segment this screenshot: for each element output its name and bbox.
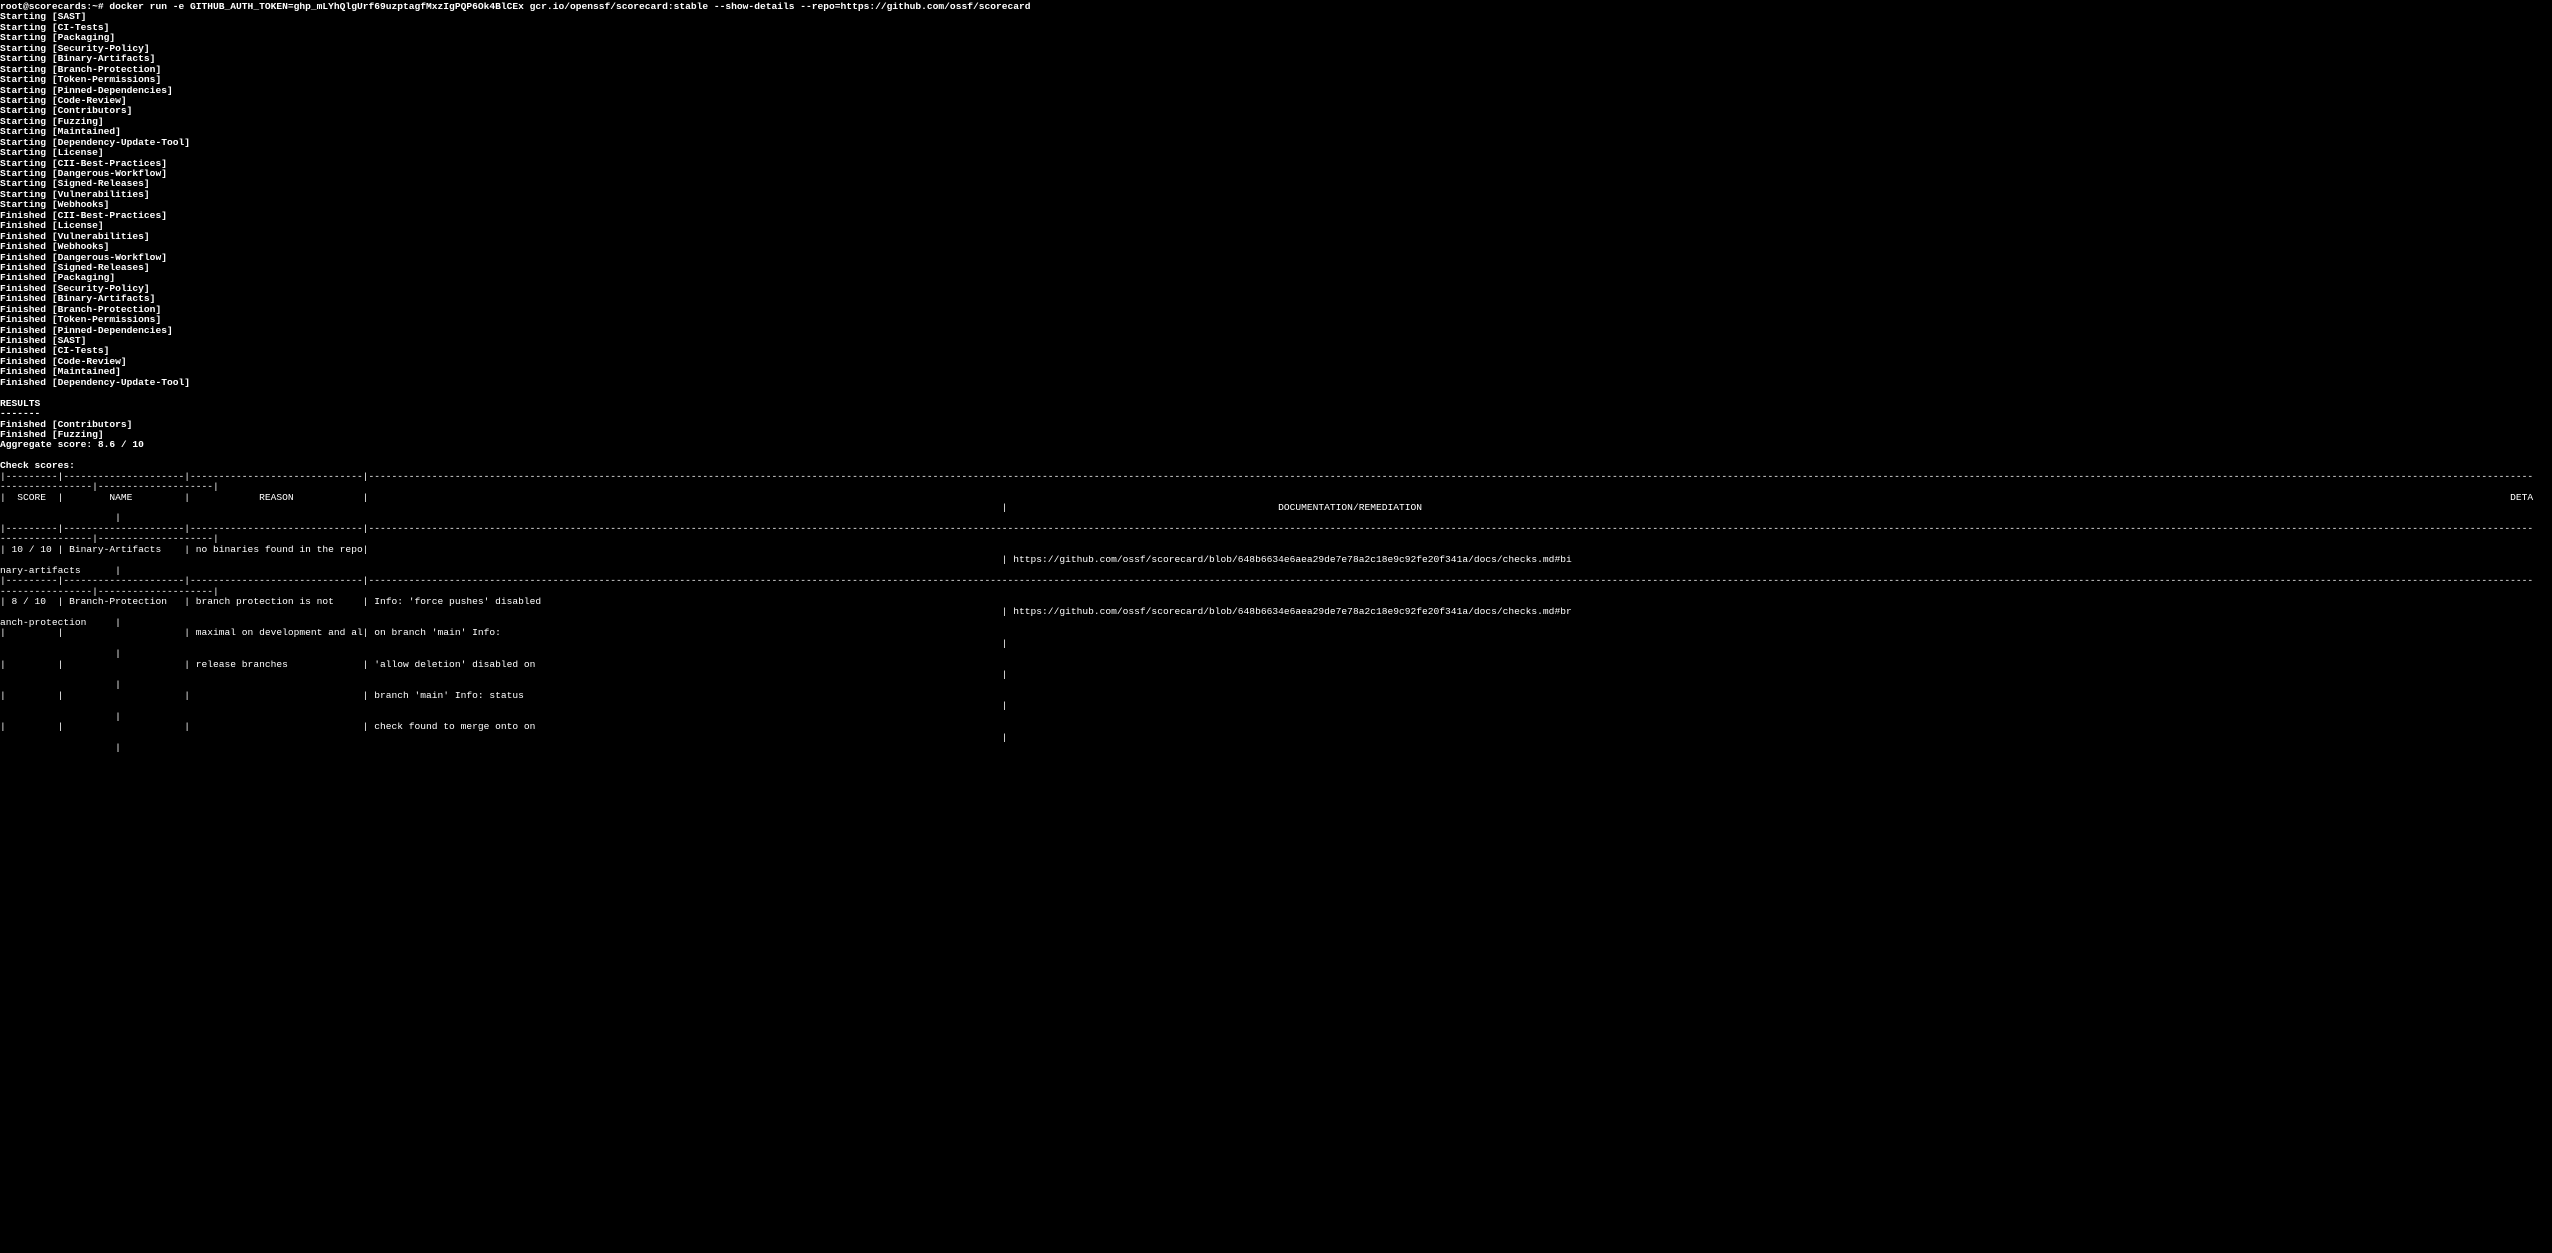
progress-line: Finished [Security-Policy]	[0, 282, 150, 294]
results-header: RESULTS	[0, 397, 41, 409]
progress-line: Starting [Signed-Releases]	[0, 178, 150, 190]
progress-line: Finished [Dangerous-Workflow]	[0, 251, 167, 263]
progress-line: Finished [Signed-Releases]	[0, 261, 150, 273]
table-row: |	[0, 637, 1008, 649]
progress-line: Finished [CII-Best-Practices]	[0, 209, 167, 221]
progress-line: Finished [Vulnerabilities]	[0, 230, 150, 242]
progress-line: Finished [Pinned-Dependencies]	[0, 324, 173, 336]
progress-line: Starting [Branch-Protection]	[0, 63, 162, 75]
command-line: root@scorecards:~# docker run -e GITHUB_…	[0, 1, 1031, 12]
table-row: |	[0, 648, 121, 660]
progress-line: Starting [CII-Best-Practices]	[0, 157, 167, 169]
table-row: |	[0, 669, 1008, 680]
progress-line: Starting [CI-Tests]	[0, 21, 110, 33]
progress-line: Starting [Fuzzing]	[0, 115, 104, 127]
progress-line: Starting [Packaging]	[0, 32, 116, 44]
progress-line: Starting [SAST]	[0, 11, 87, 23]
terminal-window[interactable]: root@scorecards:~# docker run -e GITHUB_…	[0, 0, 2552, 1253]
progress-line: Starting [Pinned-Dependencies]	[0, 84, 173, 96]
progress-line: Starting [License]	[0, 147, 104, 159]
progress-line: Starting [Vulnerabilities]	[0, 188, 150, 200]
aggregate-score: Aggregate score: 8.6 / 10	[0, 439, 144, 451]
table-row-doc: | https://github.com/ossf/scorecard/blob…	[0, 554, 1572, 566]
progress-line: Starting [Webhooks]	[0, 199, 110, 211]
progress-line: Starting [Binary-Artifacts]	[0, 53, 156, 65]
table-separator: |---------|---------------------|-------…	[0, 575, 2534, 587]
progress-line: Finished [Dependency-Update-Tool]	[0, 376, 190, 388]
progress-line: Finished [Fuzzing]	[0, 428, 104, 440]
table-row-doc: | https://github.com/ossf/scorecard/blob…	[0, 606, 1572, 618]
progress-line: Starting [Dangerous-Workflow]	[0, 168, 167, 179]
table-row: |	[0, 731, 1008, 743]
progress-line: Starting [Security-Policy]	[0, 42, 150, 54]
table-row: |	[0, 700, 1008, 712]
progress-line: Starting [Dependency-Update-Tool]	[0, 136, 190, 148]
progress-line: Starting [Contributors]	[0, 105, 133, 117]
progress-line: Finished [Maintained]	[0, 366, 121, 378]
progress-line: Finished [SAST]	[0, 335, 87, 346]
progress-line: Finished [Packaging]	[0, 272, 116, 284]
table-row: |	[0, 742, 121, 754]
table-separator: ----------------|--------------------|	[0, 481, 219, 493]
progress-line: Starting [Maintained]	[0, 126, 121, 138]
progress-line: Finished [Contributors]	[0, 418, 133, 430]
progress-line: Finished [Webhooks]	[0, 241, 110, 253]
table-separator: |---------|---------------------|-------…	[0, 470, 2534, 482]
table-separator: |---------|---------------------|-------…	[0, 522, 2534, 534]
progress-line: Finished [Branch-Protection]	[0, 303, 162, 315]
progress-line: Finished [Code-Review]	[0, 355, 127, 367]
progress-line: Finished [CI-Tests]	[0, 345, 110, 357]
progress-line: Finished [Binary-Artifacts]	[0, 293, 156, 305]
table-separator: ----------------|--------------------|	[0, 533, 219, 545]
progress-line: Finished [License]	[0, 220, 104, 232]
results-underline: -------	[0, 408, 41, 420]
progress-line: Finished [Token-Permissions]	[0, 314, 162, 326]
progress-line: Starting [Token-Permissions]	[0, 74, 162, 86]
table-header: | DOCUMENTATION/REMEDIATION	[0, 502, 1423, 513]
progress-line: Starting [Code-Review]	[0, 94, 127, 106]
